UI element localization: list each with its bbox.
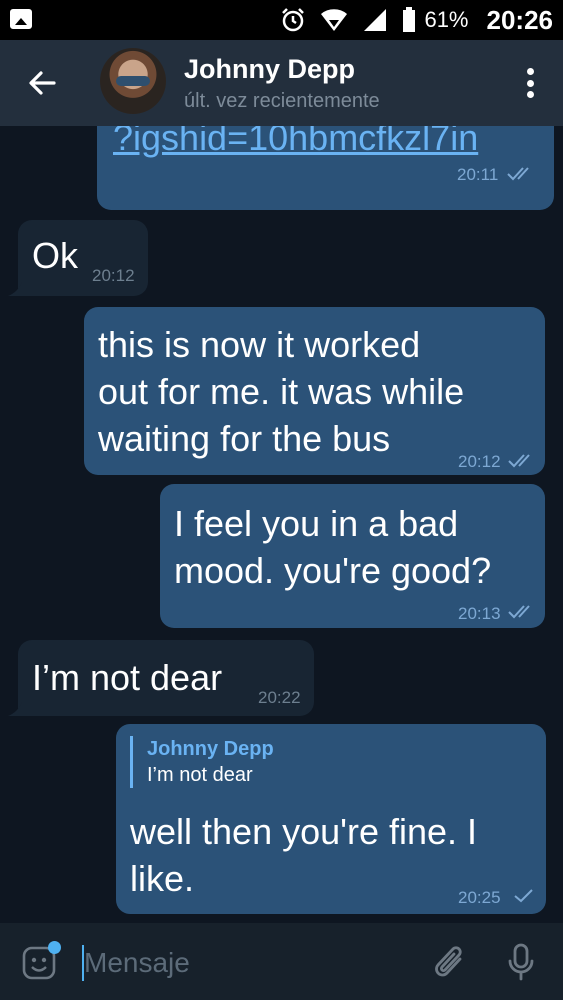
chat-header: Johnny Depp últ. vez recientemente: [0, 40, 563, 126]
message-time: 20:12: [92, 266, 135, 285]
status-bar: 61% 20:26: [0, 0, 563, 40]
read-ticks-icon: [508, 605, 530, 619]
alarm-icon: [280, 7, 306, 33]
avatar[interactable]: [100, 48, 166, 114]
bubble-tail: [8, 702, 22, 716]
battery-percent: 61%: [424, 7, 469, 32]
signal-icon: [362, 7, 388, 33]
message-bubble-outgoing[interactable]: ?igshid=10hbmcfkzl7in 20:11: [97, 126, 554, 210]
reply-quote[interactable]: Johnny Depp I’m not dear: [130, 736, 274, 788]
message-line: well then you're fine. I: [130, 811, 478, 852]
message-time: 20:25: [458, 888, 501, 907]
attach-icon[interactable]: [432, 943, 468, 983]
message-time: 20:22: [258, 688, 301, 707]
image-notification-icon: [10, 9, 32, 29]
message-bubble-incoming[interactable]: I’m not dear 20:22: [18, 640, 314, 716]
bubble-tail: [8, 282, 22, 296]
message-input-bar: Mensaje: [0, 923, 563, 1000]
battery-icon: [402, 7, 416, 33]
notification-dot: [48, 941, 61, 954]
message-line: like.: [130, 858, 195, 899]
reply-sender-name: Johnny Depp: [147, 738, 274, 760]
message-time: 20:11: [457, 165, 499, 184]
message-time: 20:13: [458, 604, 501, 623]
message-text: Ok: [32, 235, 79, 276]
message-bubble-outgoing[interactable]: Johnny Depp I’m not dear well then you'r…: [116, 724, 546, 914]
message-bubble-outgoing[interactable]: I feel you in a bad mood. you're good? 2…: [160, 484, 545, 628]
mic-icon[interactable]: [506, 942, 536, 982]
more-vertical-icon[interactable]: [527, 68, 535, 98]
chat-title[interactable]: Johnny Depp: [184, 54, 355, 85]
message-input[interactable]: Mensaje: [84, 947, 190, 979]
message-line: waiting for the bus: [98, 418, 391, 459]
wifi-icon: [320, 8, 348, 32]
sent-tick-icon: [514, 889, 533, 903]
message-bubble-incoming[interactable]: Ok 20:12: [18, 220, 148, 296]
back-arrow-icon[interactable]: [26, 66, 60, 100]
reply-quoted-text: I’m not dear: [147, 764, 253, 786]
read-ticks-icon: [508, 454, 530, 468]
message-line: mood. you're good?: [174, 550, 492, 591]
message-line: out for me. it was while: [98, 371, 465, 412]
status-time: 20:26: [486, 4, 554, 35]
message-bubble-outgoing[interactable]: this is now it worked out for me. it was…: [84, 307, 545, 475]
message-time: 20:12: [458, 452, 501, 471]
last-seen-status: últ. vez recientemente: [184, 90, 380, 112]
message-line: this is now it worked: [98, 324, 421, 365]
read-ticks-icon: [507, 167, 529, 181]
message-text: I’m not dear: [32, 657, 223, 698]
message-list[interactable]: ?igshid=10hbmcfkzl7in 20:11 Ok 20:12 thi…: [0, 126, 563, 923]
message-link[interactable]: ?igshid=10hbmcfkzl7in: [113, 126, 478, 158]
message-line: I feel you in a bad: [174, 503, 459, 544]
